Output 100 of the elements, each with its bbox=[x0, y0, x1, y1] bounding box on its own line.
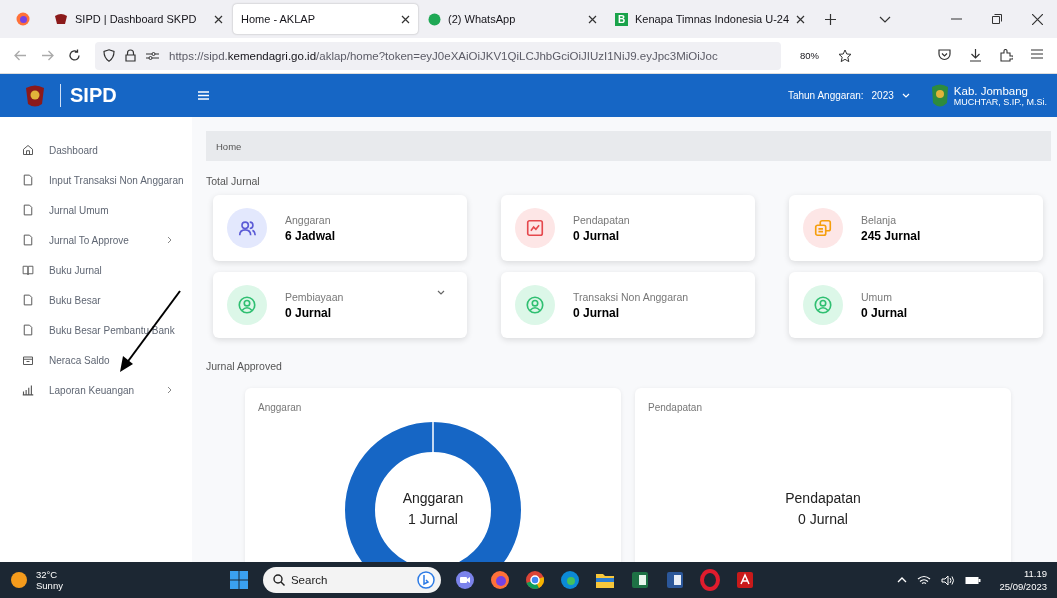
chevron-down-icon[interactable] bbox=[879, 15, 891, 23]
card-label: Pendapatan bbox=[573, 213, 630, 226]
firefox-icon[interactable] bbox=[16, 12, 30, 26]
sidebar-item[interactable]: Laporan Keuangan bbox=[0, 375, 192, 405]
file-icon bbox=[22, 174, 34, 186]
center-value: 0 Jurnal bbox=[797, 510, 849, 529]
wifi-icon[interactable] bbox=[917, 574, 932, 586]
user-name: MUCHTAR, S.IP., M.Si. bbox=[953, 96, 1047, 107]
pocket-icon[interactable] bbox=[938, 49, 951, 61]
browser-tab[interactable]: Home - AKLAP bbox=[233, 4, 418, 34]
search-icon bbox=[272, 574, 285, 586]
year-select[interactable]: 2023 bbox=[871, 90, 894, 101]
user-icon bbox=[813, 295, 833, 315]
section-title: Total Jurnal bbox=[206, 175, 261, 187]
search-field[interactable]: Search bbox=[262, 567, 441, 593]
book-icon bbox=[22, 264, 34, 276]
close-icon[interactable] bbox=[214, 14, 223, 24]
browser-tab[interactable]: SIPD | Dashboard SKPD bbox=[46, 4, 231, 34]
opera-icon[interactable] bbox=[698, 569, 721, 591]
restore-icon[interactable] bbox=[992, 14, 1002, 24]
file-icon bbox=[22, 234, 34, 246]
extensions-icon[interactable] bbox=[1000, 49, 1013, 62]
permissions-icon[interactable] bbox=[146, 50, 159, 61]
card-value: 0 Jurnal bbox=[861, 305, 908, 320]
chevron-right-icon bbox=[167, 236, 172, 244]
regency-logo-icon bbox=[929, 82, 950, 109]
year-label: Tahun Anggaran: bbox=[787, 90, 864, 101]
card-label: Pembiayaan bbox=[285, 290, 344, 303]
reload-icon[interactable] bbox=[68, 49, 81, 62]
chat-icon[interactable] bbox=[453, 569, 476, 591]
users-icon bbox=[237, 218, 257, 238]
sidebar-item[interactable]: Buku Jurnal bbox=[0, 255, 192, 285]
section-title: Jurnal Approved bbox=[206, 360, 283, 372]
temperature: 32°C bbox=[36, 569, 59, 580]
region-name: Kab. Jombang bbox=[953, 84, 1029, 97]
card-label: Umum bbox=[861, 290, 893, 303]
firefox-icon[interactable] bbox=[488, 569, 511, 591]
clock-time[interactable]: 11.19 bbox=[999, 567, 1047, 580]
card-value: 0 Jurnal bbox=[573, 228, 621, 243]
chevron-up-icon[interactable] bbox=[897, 577, 908, 583]
chart-title: Anggaran bbox=[258, 402, 303, 413]
copy-icon bbox=[813, 218, 833, 238]
edge-icon[interactable] bbox=[558, 569, 581, 591]
emblem-icon bbox=[54, 12, 68, 26]
box-icon bbox=[22, 354, 34, 366]
clock-date[interactable]: 25/09/2023 bbox=[999, 580, 1047, 593]
app-name: SIPD bbox=[60, 84, 180, 107]
user-icon bbox=[237, 295, 257, 315]
chevron-down-icon[interactable] bbox=[437, 290, 445, 295]
star-icon[interactable] bbox=[838, 48, 852, 63]
chevron-right-icon bbox=[167, 386, 172, 394]
browser-tab[interactable]: B Kenapa Timnas Indonesia U-24 bbox=[607, 4, 814, 34]
card-value: 6 Jadwal bbox=[285, 228, 336, 243]
weather-condition: Sunny bbox=[36, 580, 63, 591]
center-value: 1 Jurnal bbox=[407, 510, 459, 529]
user-icon bbox=[525, 295, 545, 315]
address-bar[interactable]: https://sipd.kemendagri.go.id/aklap/home?token=eyJ0eXAiOiJKV1QiLCJhbGciOiJIUzI1NiJ9.eyJpc3MiOiJoc bbox=[95, 41, 781, 70]
card-value: 245 Jurnal bbox=[861, 228, 921, 243]
sun-icon[interactable] bbox=[10, 571, 28, 589]
lock-icon[interactable] bbox=[125, 49, 136, 62]
breadcrumb[interactable]: Home bbox=[206, 131, 1051, 161]
close-icon[interactable] bbox=[1032, 13, 1043, 25]
center-label: Pendapatan bbox=[784, 489, 862, 508]
speaker-icon[interactable] bbox=[941, 574, 956, 586]
close-icon[interactable] bbox=[796, 14, 806, 24]
sidebar-item[interactable]: Neraca Saldo bbox=[0, 345, 192, 375]
sidebar-item[interactable]: Jurnal To Approve bbox=[0, 225, 192, 255]
card-label: Anggaran bbox=[285, 213, 332, 226]
windows-icon[interactable] bbox=[227, 569, 250, 591]
shield-icon[interactable] bbox=[103, 49, 115, 62]
emblem-logo-icon bbox=[24, 83, 46, 108]
download-icon[interactable] bbox=[969, 49, 982, 62]
battery-icon[interactable] bbox=[965, 575, 982, 585]
chart-title: Pendapatan bbox=[648, 402, 703, 413]
card-value: 0 Jurnal bbox=[573, 305, 621, 320]
card-label: Belanja bbox=[861, 213, 898, 226]
card-value: 0 Jurnal bbox=[285, 305, 333, 320]
site-icon: B bbox=[615, 12, 628, 26]
center-label: Anggaran bbox=[401, 489, 465, 508]
bing-icon[interactable] bbox=[416, 571, 435, 589]
file-icon bbox=[22, 294, 34, 306]
close-icon[interactable] bbox=[588, 14, 597, 24]
chart-icon bbox=[525, 218, 545, 238]
menu-icon[interactable] bbox=[1031, 49, 1043, 59]
sidebar-item[interactable]: Input Transaksi Non Anggaran bbox=[0, 165, 192, 195]
url-text: https://sipd.kemendagri.go.id/aklap/home?token=eyJ0eXAiOiJKV1QiLCJhbGciOiJIUzI1NiJ9.eyJpc3MiOiJoc bbox=[169, 49, 718, 62]
sidebar-item[interactable]: Jurnal Umum bbox=[0, 195, 192, 225]
card-label: Transaksi Non Anggaran bbox=[573, 290, 689, 303]
plus-icon[interactable] bbox=[825, 13, 837, 25]
whatsapp-icon bbox=[428, 12, 441, 26]
bars-icon bbox=[22, 384, 34, 396]
file-icon bbox=[22, 204, 34, 216]
chrome-icon[interactable] bbox=[523, 569, 546, 591]
file-icon bbox=[22, 324, 34, 336]
sidebar-item[interactable]: Buku Besar Pembantu Bank bbox=[0, 315, 192, 345]
sidebar-item[interactable]: Buku Besar bbox=[0, 285, 192, 315]
sidebar-item[interactable]: Dashboard bbox=[0, 135, 192, 165]
close-icon[interactable] bbox=[401, 14, 410, 24]
browser-tab[interactable]: (2) WhatsApp bbox=[420, 4, 605, 34]
home-icon bbox=[22, 144, 34, 156]
